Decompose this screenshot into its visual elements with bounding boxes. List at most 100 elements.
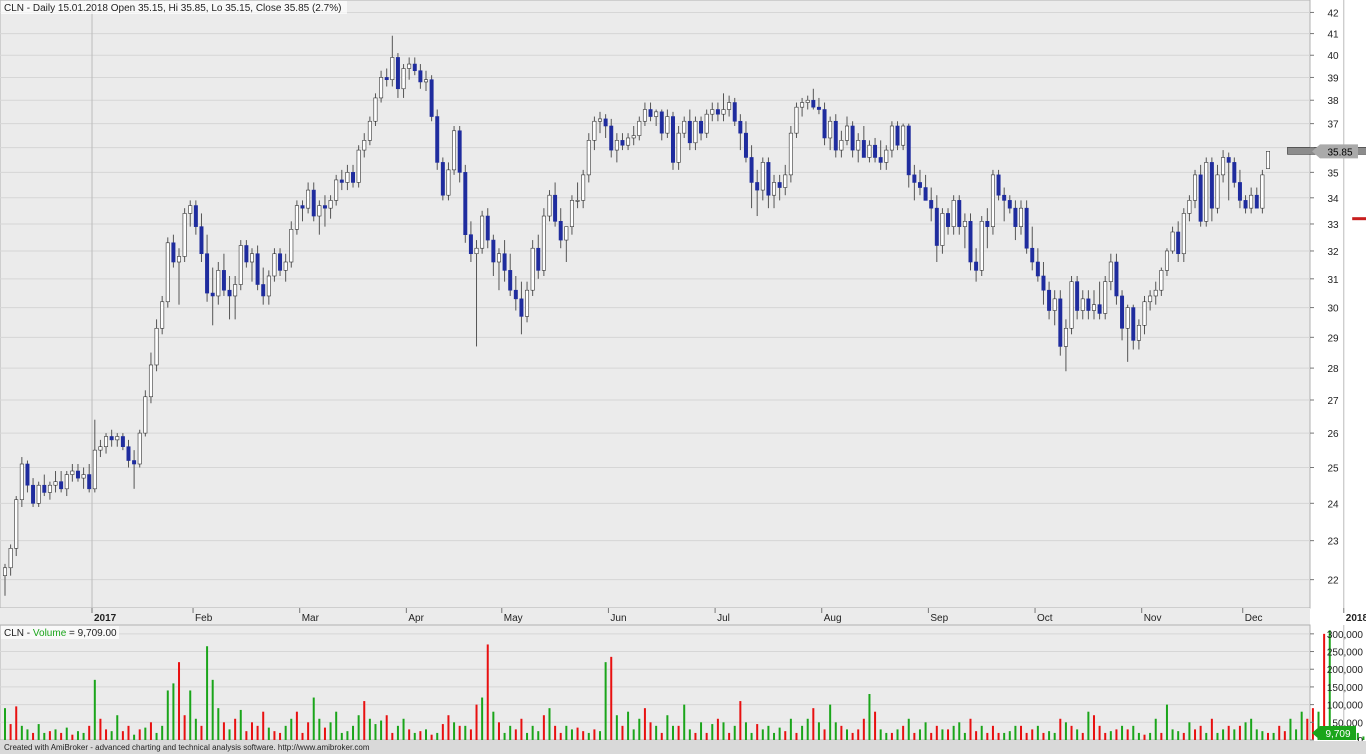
volume-bar-up [924,722,927,740]
candle-up [1092,304,1096,311]
volume-bar-down [1199,725,1202,740]
volume-bar-up [722,722,725,740]
volume-bar-down [1143,734,1146,740]
volume-tick-label: 250,000 [1327,648,1364,659]
volume-bar-down [728,732,731,740]
date-label: Feb [195,613,213,624]
candle-down [766,162,771,196]
volume-bar-up [82,732,85,740]
candle-down [513,289,518,300]
volume-bar-down [823,729,826,740]
candle-up [238,245,243,285]
volume-bar-up [1154,718,1157,740]
volume-bar-up [37,724,40,740]
volume-bar-up [239,709,242,740]
candle-up [148,364,153,398]
volume-bar-down [1098,725,1101,740]
candle-up [452,130,457,171]
candle-down [620,140,625,146]
volume-bar-up [1300,711,1303,740]
candle-up [272,253,277,277]
candle-down [384,77,389,80]
candle-up [19,463,24,500]
candle-down [861,140,866,158]
volume-bar-down [408,729,411,740]
candle-up [990,174,995,227]
volume-bar-down [1283,731,1286,740]
candle-up [901,125,906,146]
volume-bar-down [986,732,989,740]
volume-bar-down [138,729,141,740]
candle-down [508,270,513,291]
candle-down [811,99,816,108]
volume-bar-up [750,732,753,740]
candle-down [1013,207,1018,227]
candle-up [306,189,311,209]
candle-down [339,179,344,183]
candle-down [1131,307,1136,341]
candle-down [440,162,445,196]
candle-down [659,111,664,134]
volume-bar-up [4,708,6,740]
volume-bar-up [189,690,192,740]
volume-tick-label: 100,000 [1327,701,1364,712]
candle-down [311,189,316,217]
volume-bar-up [1255,729,1258,740]
volume-bar-up [161,725,164,740]
candle-up [631,135,636,139]
candle-up [856,140,861,151]
volume-bar-down [301,732,304,740]
volume-bar-down [1210,718,1213,740]
candle-up [3,567,7,576]
volume-bar-down [1020,725,1023,740]
volume-bar-down [694,732,697,740]
candle-down [468,234,473,255]
candle-down [42,484,47,493]
volume-bar-up [329,722,332,740]
candle-down [715,109,720,115]
volume-title-value: = 9,709.00 [66,628,117,639]
volume-bar-down [1042,732,1045,740]
candle-up [800,102,805,108]
candle-up [772,182,777,196]
volume-bar-up [627,711,630,740]
volume-bar-down [245,731,248,740]
volume-bar-up [374,724,377,740]
candle-up [564,226,569,241]
candle-up [1221,157,1226,176]
volume-bar-up [481,697,484,740]
candle-up [1108,261,1113,282]
volume-bar-up [368,718,371,740]
volume-bar-up [1014,725,1017,740]
candle-down [120,436,125,448]
candle-down [1007,200,1012,209]
candle-up [70,470,75,475]
price-tick-label: 33 [1327,220,1339,231]
date-label: May [504,613,523,624]
candle-down [210,292,215,297]
volume-bar-up [43,732,46,740]
volume-bar-up [1137,732,1140,740]
volume-bar-down [716,718,719,740]
candle-down [603,118,608,127]
volume-bar-up [1087,711,1090,740]
volume-bar-down [1160,732,1163,740]
volume-title-prefix: CLN - [4,628,33,639]
volume-bar-up [655,725,658,740]
candle-down [816,106,821,110]
volume-bar-down [1306,718,1309,740]
volume-bar-down [677,725,680,740]
volume-bar-down [149,722,152,740]
volume-bar-down [419,731,422,740]
volume-bar-down [997,732,1000,740]
candle-up [379,77,384,99]
volume-bar-up [829,704,832,740]
volume-bar-down [234,718,237,740]
volume-bar-up [700,722,703,740]
candle-down [1237,182,1242,201]
volume-bar-up [1261,731,1264,740]
price-tick-label: 40 [1327,51,1339,62]
volume-bar-down [890,732,893,740]
candle-down [491,239,496,263]
volume-bar-down [1182,732,1185,740]
